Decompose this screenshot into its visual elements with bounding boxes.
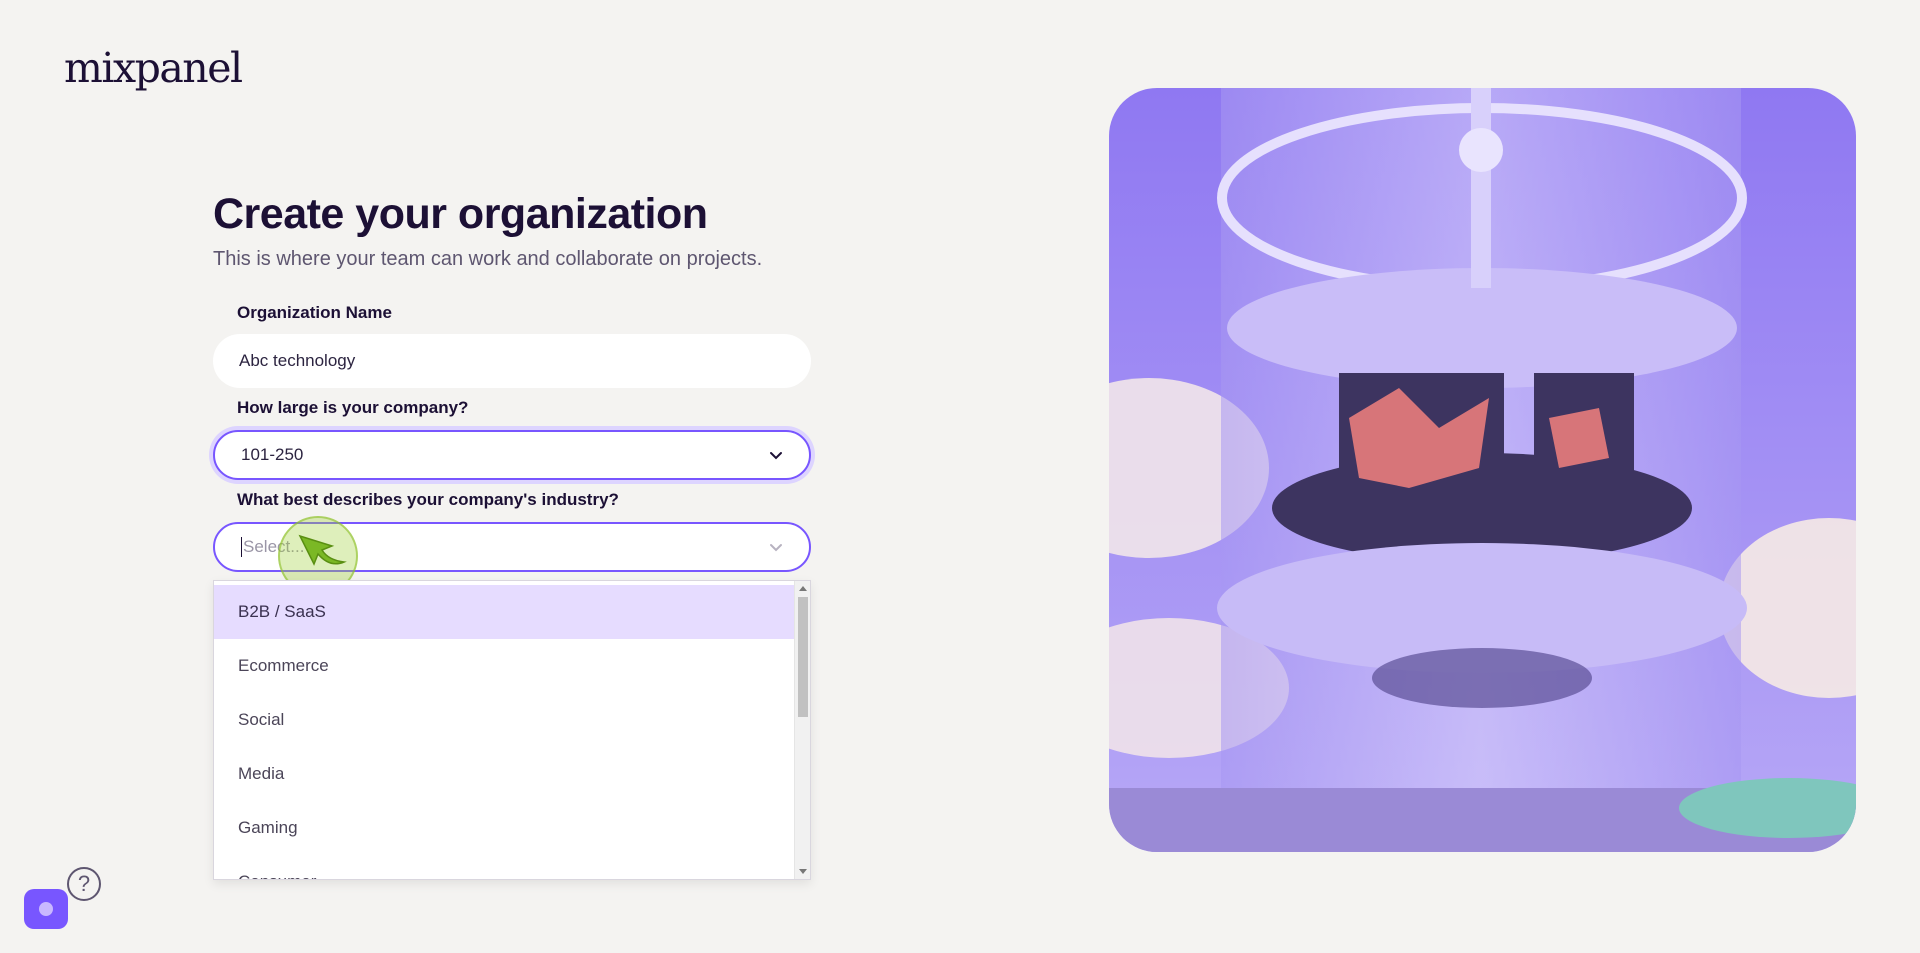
scroll-thumb[interactable] bbox=[798, 597, 808, 717]
org-name-value: Abc technology bbox=[239, 351, 356, 370]
company-size-select[interactable]: 101-250 bbox=[213, 430, 811, 480]
industry-option[interactable]: Gaming bbox=[214, 801, 796, 855]
org-name-label: Organization Name bbox=[237, 303, 392, 322]
dropdown-scrollbar[interactable] bbox=[794, 581, 810, 879]
scroll-down-arrow[interactable] bbox=[799, 869, 807, 874]
chat-icon[interactable] bbox=[24, 889, 68, 929]
chevron-down-icon bbox=[770, 452, 782, 460]
chevron-down-icon bbox=[770, 544, 782, 552]
industry-option[interactable]: Ecommerce bbox=[214, 639, 796, 693]
page-subtitle: This is where your team can work and col… bbox=[213, 248, 763, 270]
company-size-value: 101-250 bbox=[241, 445, 304, 464]
industry-dropdown[interactable]: B2B / SaaS Ecommerce Social Media Gaming… bbox=[213, 580, 811, 880]
org-name-input[interactable]: Abc technology bbox=[213, 334, 811, 388]
industry-options: B2B / SaaS Ecommerce Social Media Gaming… bbox=[214, 585, 796, 879]
page-title: Create your organization bbox=[213, 190, 708, 238]
tower-illustration bbox=[1109, 88, 1856, 852]
company-size-label: How large is your company? bbox=[237, 398, 469, 417]
industry-option[interactable]: B2B / SaaS bbox=[214, 585, 796, 639]
mixpanel-logo: mixpanel bbox=[64, 44, 243, 92]
help-icon[interactable]: ? bbox=[67, 867, 101, 901]
chat-dot bbox=[39, 902, 53, 916]
create-organization-form: Create your organization This is where y… bbox=[213, 190, 811, 271]
scroll-up-arrow[interactable] bbox=[799, 586, 807, 591]
hero-illustration bbox=[1109, 88, 1856, 852]
industry-label: What best describes your company's indus… bbox=[237, 490, 619, 509]
industry-option[interactable]: Media bbox=[214, 747, 796, 801]
industry-option[interactable]: Social bbox=[214, 693, 796, 747]
industry-option[interactable]: Consumer bbox=[214, 855, 796, 879]
